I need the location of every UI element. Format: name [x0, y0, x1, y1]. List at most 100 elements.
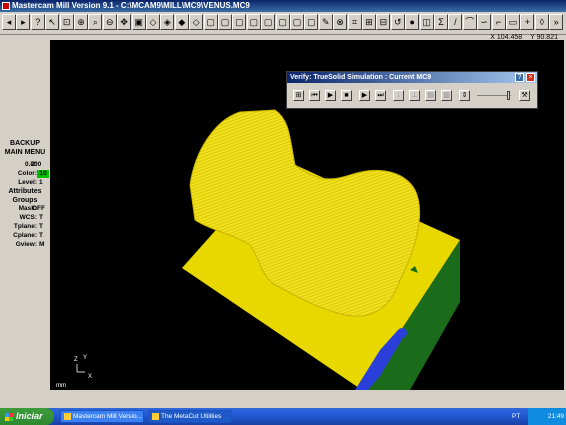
status-z[interactable]: Z: 0.000: [1, 161, 49, 169]
cut-icon[interactable]: ⚒: [519, 90, 530, 101]
metacut-task-icon: [152, 413, 159, 420]
play-icon[interactable]: ▶: [325, 90, 336, 101]
delete-icon[interactable]: ⊗: [333, 14, 348, 30]
stop-icon[interactable]: ■: [341, 90, 352, 101]
speed-slider-track[interactable]: [477, 95, 511, 96]
status-gview[interactable]: Gview: M: [1, 241, 49, 249]
prompt-area: [0, 390, 566, 408]
color-label: Color:: [17, 170, 37, 177]
sphere-icon[interactable]: ●: [405, 14, 420, 30]
cube7-icon[interactable]: ▢: [290, 14, 304, 30]
window-title: Mastercam Mill Version 9.1 - C:\MCAM9\MI…: [12, 1, 250, 10]
tool-display-icon[interactable]: ↓: [393, 90, 404, 101]
help-button[interactable]: ?: [515, 73, 524, 82]
cross-icon[interactable]: +: [520, 14, 535, 30]
select-icon[interactable]: ⊡: [59, 14, 74, 30]
speed-slider-thumb[interactable]: [507, 91, 510, 100]
system-tray: 21:49: [528, 408, 566, 425]
rewind-icon[interactable]: ⏮: [309, 90, 320, 101]
status-tplane[interactable]: Tplane: T: [1, 223, 49, 231]
fast-forward-icon[interactable]: ⏭: [375, 90, 386, 101]
pan-icon[interactable]: ✥: [117, 14, 132, 30]
status-level[interactable]: Level: 1: [1, 179, 49, 187]
groups-button[interactable]: Groups: [1, 196, 49, 205]
view-iso-icon[interactable]: ◇: [146, 14, 160, 30]
cube6-icon[interactable]: ▢: [275, 14, 290, 30]
cube4-icon[interactable]: ▢: [246, 14, 261, 30]
clock: 21:49: [547, 413, 564, 420]
wcs-value: T: [39, 214, 43, 221]
cube8-icon[interactable]: ▢: [304, 14, 319, 30]
sigma-icon[interactable]: Σ: [434, 14, 448, 30]
verify-title: Verify: TrueSolid Simulation : Current M…: [287, 72, 537, 83]
main-menu-button[interactable]: MAIN MENU: [1, 148, 49, 157]
tool-tip: [397, 328, 407, 338]
cube2-icon[interactable]: ▢: [218, 14, 232, 30]
options-icon[interactable]: ⊞: [293, 90, 304, 101]
view-top-icon[interactable]: ◈: [160, 14, 175, 30]
status-mask[interactable]: Mask: OFF: [1, 205, 49, 213]
axis-z-label: Z: [74, 357, 78, 363]
status-wcs[interactable]: WCS: T: [1, 214, 49, 222]
app-icon[interactable]: [2, 2, 10, 10]
surface-icon[interactable]: ◫: [419, 14, 434, 30]
units-label: mm: [56, 383, 66, 389]
pointer-icon[interactable]: ↖: [45, 14, 60, 30]
toolpath-icon[interactable]: ⌗: [347, 14, 362, 30]
start-label: Iniciar: [16, 411, 43, 421]
cube-icon[interactable]: ▢: [203, 14, 218, 30]
fillet-icon[interactable]: ⌐: [491, 14, 506, 30]
language-indicator[interactable]: PT: [512, 408, 520, 425]
task-mastercam-label: Mastercam Mill Versio...: [73, 413, 142, 420]
curve-icon[interactable]: ∽: [477, 14, 492, 30]
more-icon[interactable]: »: [549, 14, 564, 30]
stock-icon[interactable]: ▤: [425, 90, 436, 101]
arrow-left-icon[interactable]: ◂: [2, 14, 16, 30]
brush-icon[interactable]: ✎: [318, 14, 333, 30]
arrow-right-icon[interactable]: ▸: [16, 14, 31, 30]
backup-button[interactable]: BACKUP: [1, 139, 49, 148]
zoom-out-icon[interactable]: ⊖: [102, 14, 117, 30]
gview-value: M: [39, 241, 45, 248]
arc-icon[interactable]: ⌒: [462, 14, 477, 30]
cplane-value: T: [39, 232, 43, 239]
color-value: 10: [37, 170, 49, 178]
speed-icon[interactable]: ⇕: [459, 90, 470, 101]
backplot-icon[interactable]: ⊞: [362, 14, 376, 30]
verify-icon[interactable]: ⊟: [376, 14, 391, 30]
task-metacut[interactable]: The MetaCut Utilities: [148, 410, 232, 423]
cube5-icon[interactable]: ▢: [261, 14, 276, 30]
status-cplane[interactable]: Cplane: T: [1, 232, 49, 240]
level-label: Level:: [18, 179, 37, 186]
windows-flag-icon: [5, 412, 13, 421]
gview-label: Gview:: [15, 241, 37, 248]
windows-taskbar: Iniciar Mastercam Mill Versio... The Met…: [0, 408, 566, 425]
compare-icon[interactable]: ▥: [441, 90, 452, 101]
rectangle-icon[interactable]: ▭: [506, 14, 520, 30]
axis-y-label: Y: [83, 355, 87, 361]
status-color[interactable]: Color: 10: [1, 170, 49, 178]
view-front-icon[interactable]: ◆: [174, 14, 189, 30]
axis-x-label: X: [88, 374, 92, 380]
step-icon[interactable]: ▶: [359, 90, 370, 101]
zoom-window-icon[interactable]: ⌕: [88, 14, 103, 30]
attributes-button[interactable]: Attributes: [1, 187, 49, 196]
cplane-label: Cplane:: [13, 232, 37, 239]
tplane-value: T: [39, 223, 43, 230]
view-side-icon[interactable]: ◇: [189, 14, 204, 30]
zoom-in-icon[interactable]: ⊕: [74, 14, 88, 30]
diamond-icon[interactable]: ◊: [534, 14, 549, 30]
help-icon[interactable]: ?: [30, 14, 45, 30]
undo-icon[interactable]: ↺: [390, 14, 405, 30]
cube3-icon[interactable]: ▢: [232, 14, 247, 30]
line-icon[interactable]: /: [448, 14, 463, 30]
title-bar: Mastercam Mill Version 9.1 - C:\MCAM9\MI…: [0, 0, 566, 12]
start-button[interactable]: Iniciar: [0, 408, 54, 425]
tplane-label: Tplane:: [13, 223, 37, 230]
fit-icon[interactable]: ▣: [131, 14, 146, 30]
close-button[interactable]: ×: [526, 73, 535, 82]
left-menu-pane: BACKUP MAIN MENU Z: 0.000 Color: 10 Leve…: [0, 40, 50, 390]
holder-icon[interactable]: ⊥: [409, 90, 420, 101]
task-mastercam[interactable]: Mastercam Mill Versio...: [60, 410, 144, 423]
z-value: 0.000: [25, 161, 42, 168]
